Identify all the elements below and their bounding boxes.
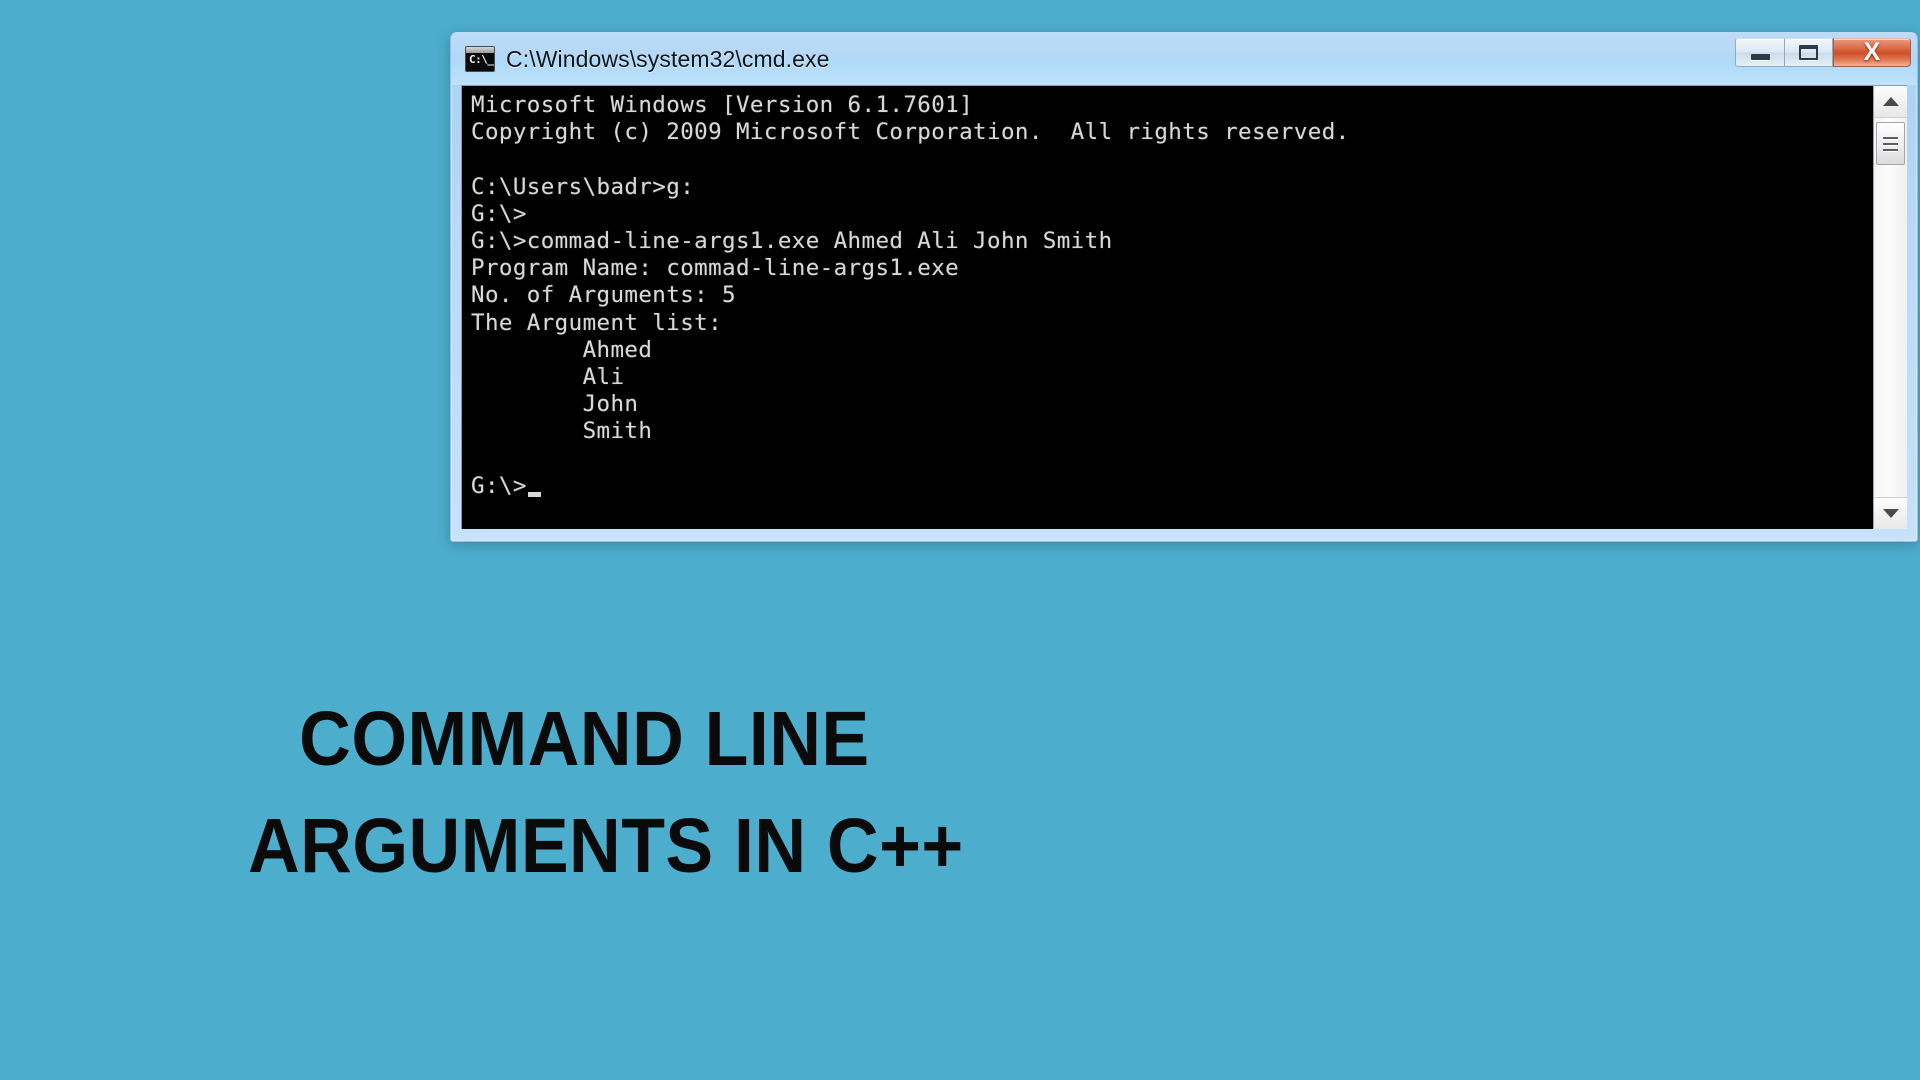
cmd-console-icon: C:\_ bbox=[465, 46, 495, 72]
maximize-button[interactable] bbox=[1784, 38, 1833, 67]
slide-title-line-2: ARGUMENTS IN C++ bbox=[248, 803, 964, 889]
console-screen[interactable]: Microsoft Windows [Version 6.1.7601] Cop… bbox=[462, 86, 1873, 529]
scrollbar-track[interactable] bbox=[1874, 118, 1907, 497]
maximize-icon bbox=[1799, 45, 1818, 60]
cmd-body: Microsoft Windows [Version 6.1.7601] Cop… bbox=[461, 85, 1907, 529]
cmd-window-title: C:\Windows\system32\cmd.exe bbox=[506, 45, 830, 72]
cmd-icon-glyph: C:\_ bbox=[469, 53, 494, 66]
scroll-up-arrow-icon[interactable] bbox=[1874, 86, 1907, 118]
close-button[interactable]: X bbox=[1833, 38, 1911, 67]
slide-title: COMMAND LINE ARGUMENTS IN C++ bbox=[248, 686, 1345, 900]
scroll-down-arrow-icon[interactable] bbox=[1874, 497, 1907, 529]
console-output-text: Microsoft Windows [Version 6.1.7601] Cop… bbox=[471, 92, 1350, 499]
scrollbar-thumb[interactable] bbox=[1876, 122, 1905, 165]
slide-canvas: C:\_ C:\Windows\system32\cmd.exe X Micro… bbox=[0, 0, 1920, 1080]
close-icon: X bbox=[1863, 38, 1881, 66]
cmd-titlebar[interactable]: C:\_ C:\Windows\system32\cmd.exe X bbox=[451, 33, 1917, 85]
chevron-up-icon bbox=[1882, 97, 1899, 106]
grip-line-icon bbox=[1883, 136, 1898, 139]
chevron-down-icon bbox=[1882, 509, 1899, 518]
console-scrollbar[interactable] bbox=[1873, 86, 1907, 529]
grip-line-icon bbox=[1883, 142, 1898, 145]
minimize-icon bbox=[1750, 53, 1770, 60]
slide-title-line-1: COMMAND LINE bbox=[299, 696, 870, 782]
cmd-window[interactable]: C:\_ C:\Windows\system32\cmd.exe X Micro… bbox=[450, 32, 1918, 542]
minimize-button[interactable] bbox=[1735, 38, 1784, 67]
window-controls: X bbox=[1735, 38, 1911, 72]
console-cursor bbox=[527, 492, 541, 497]
grip-line-icon bbox=[1883, 148, 1898, 151]
